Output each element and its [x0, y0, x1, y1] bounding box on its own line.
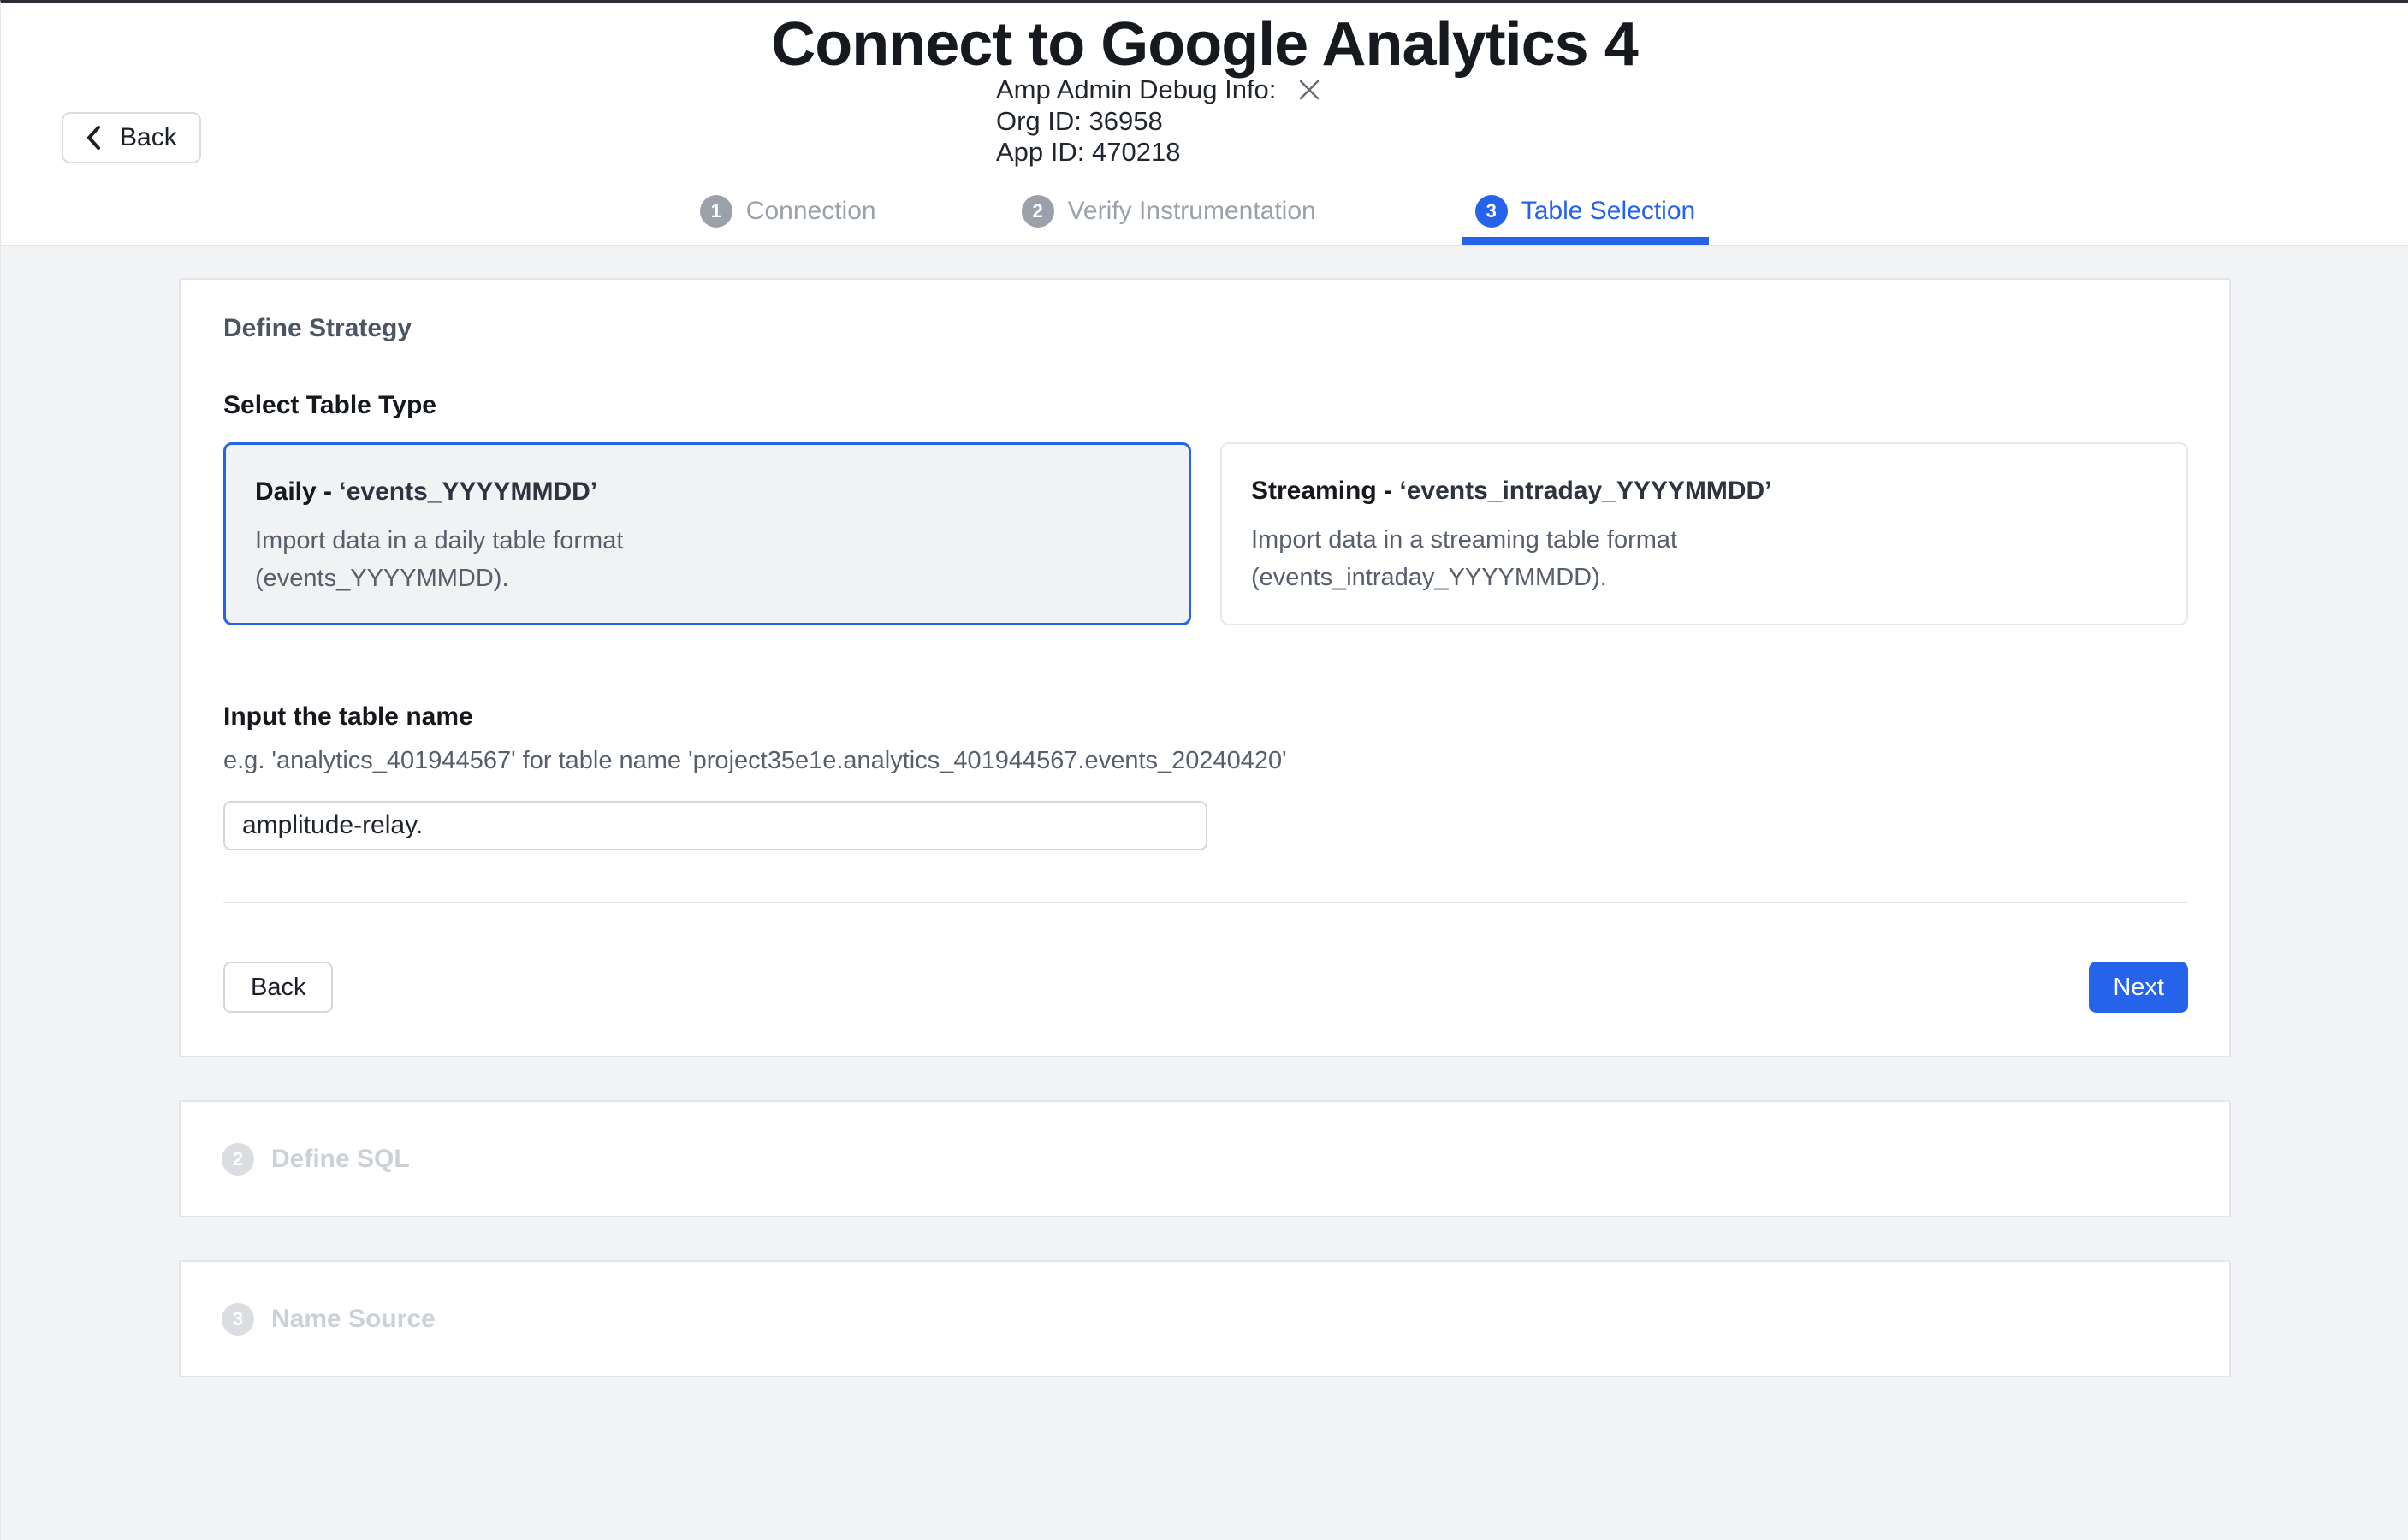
- table-type-code: ‘events_intraday_YYYYMMDD’: [1399, 477, 1771, 505]
- step-label: Table Selection: [1521, 197, 1695, 226]
- header-back-button[interactable]: Back: [62, 112, 201, 163]
- table-type-title: Streaming - ‘events_intraday_YYYYMMDD’: [1251, 477, 2156, 506]
- step-number-badge: 2: [1022, 195, 1054, 228]
- table-type-options: Daily - ‘events_YYYYMMDD’ Import data in…: [223, 442, 2188, 625]
- main-content: Define Strategy Select Table Type Daily …: [179, 278, 2231, 1377]
- form-actions: Back Next: [223, 962, 2188, 1013]
- close-icon[interactable]: [1298, 79, 1320, 101]
- wizard-stepper: 1 Connection 2 Verify Instrumentation 3 …: [1, 178, 2408, 245]
- step-number-badge: 1: [700, 195, 732, 228]
- step-label: Verify Instrumentation: [1068, 197, 1316, 226]
- table-name-label: Input the table name: [223, 702, 2188, 732]
- select-table-type-label: Select Table Type: [223, 391, 2188, 420]
- section-label: Name Source: [271, 1305, 436, 1334]
- debug-info-block: Amp Admin Debug Info: Org ID: 36958 App …: [996, 74, 1320, 169]
- connect-ga4-page: Connect to Google Analytics 4 Back Amp A…: [0, 0, 2408, 1540]
- section-label: Define SQL: [271, 1145, 410, 1174]
- step-connection[interactable]: 1 Connection: [700, 178, 876, 245]
- table-type-name: Daily -: [255, 477, 339, 506]
- table-type-name: Streaming -: [1251, 477, 1399, 505]
- table-type-description: Import data in a daily table format (eve…: [255, 522, 1158, 597]
- table-name-helper: e.g. 'analytics_401944567' for table nam…: [223, 747, 2188, 775]
- section-number-badge: 2: [222, 1143, 254, 1176]
- define-strategy-heading: Define Strategy: [223, 314, 2188, 343]
- header-back-label: Back: [120, 123, 177, 152]
- table-type-daily-option[interactable]: Daily - ‘events_YYYYMMDD’ Import data in…: [223, 442, 1191, 625]
- debug-app-id: App ID: 470218: [996, 137, 1320, 169]
- next-button[interactable]: Next: [2089, 962, 2188, 1013]
- define-strategy-card: Define Strategy Select Table Type Daily …: [179, 278, 2231, 1057]
- define-sql-section: 2 Define SQL: [179, 1100, 2231, 1217]
- back-button[interactable]: Back: [223, 962, 333, 1013]
- debug-info-label: Amp Admin Debug Info:: [996, 74, 1276, 106]
- section-number-badge: 3: [222, 1303, 254, 1336]
- table-type-description: Import data in a streaming table format …: [1251, 521, 2156, 596]
- step-number-badge: 3: [1475, 195, 1508, 228]
- table-name-input[interactable]: [223, 801, 1207, 850]
- table-type-title: Daily - ‘events_YYYYMMDD’: [255, 477, 1158, 506]
- step-verify-instrumentation[interactable]: 2 Verify Instrumentation: [1022, 178, 1316, 245]
- table-type-code: ‘events_YYYYMMDD’: [339, 477, 597, 506]
- section-divider: [223, 902, 2188, 903]
- name-source-section: 3 Name Source: [179, 1260, 2231, 1377]
- step-table-selection[interactable]: 3 Table Selection: [1462, 178, 1709, 245]
- header: Connect to Google Analytics 4 Back Amp A…: [1, 3, 2408, 246]
- step-label: Connection: [746, 197, 876, 226]
- page-title: Connect to Google Analytics 4: [1, 9, 2408, 80]
- chevron-left-icon: [86, 124, 103, 151]
- debug-org-id: Org ID: 36958: [996, 106, 1320, 138]
- table-type-streaming-option[interactable]: Streaming - ‘events_intraday_YYYYMMDD’ I…: [1220, 442, 2188, 625]
